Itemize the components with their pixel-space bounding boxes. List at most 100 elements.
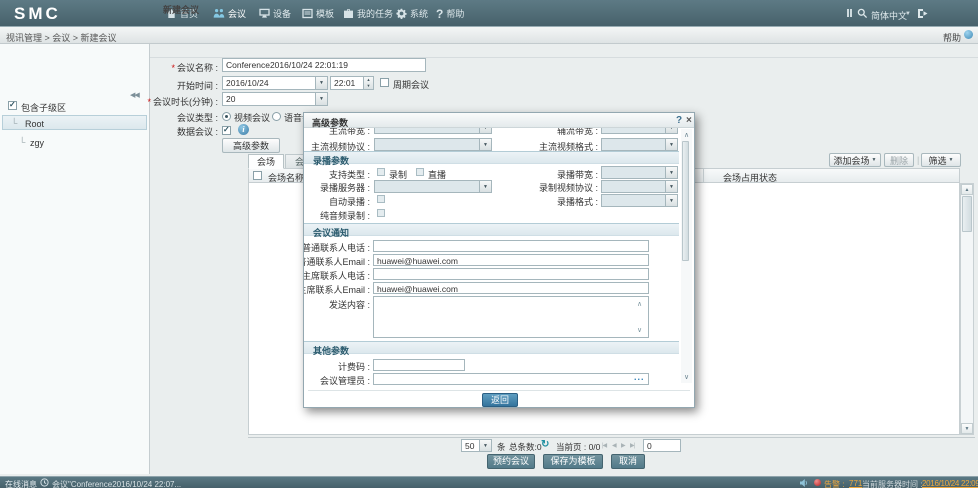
dialog-scrollbar-thumb[interactable]: [682, 141, 689, 261]
nav-my-tasks[interactable]: 我的任务: [343, 7, 393, 20]
filter-button[interactable]: 筛选▼: [921, 153, 961, 167]
data-conf-checkbox[interactable]: [222, 126, 231, 135]
nav-system[interactable]: 系统: [396, 7, 428, 20]
info-icon[interactable]: i: [238, 124, 249, 135]
live-checkbox[interactable]: [416, 168, 424, 176]
textarea-scroll-down-icon[interactable]: ∨: [637, 326, 642, 334]
main-bandwidth-select[interactable]: ▼: [374, 128, 492, 134]
recording-bandwidth-select[interactable]: ▼: [601, 166, 678, 179]
audio-conf-radio[interactable]: [272, 112, 281, 121]
main-video-format-select[interactable]: ▼: [601, 138, 678, 151]
aux-bandwidth-select[interactable]: ▼: [601, 128, 678, 134]
server-time-value[interactable]: 2016/10/24 22:09: [922, 479, 978, 488]
contact-phone-label: 普通联系人电话 :: [304, 241, 370, 254]
help-ball-icon[interactable]: [964, 30, 973, 39]
last-page-button[interactable]: ▶|: [630, 442, 634, 449]
browse-admin-button[interactable]: ...: [634, 372, 645, 382]
dropdown-arrow-icon[interactable]: ▼: [665, 167, 677, 178]
record-video-protocol-select[interactable]: ▼: [601, 180, 678, 193]
contact-phone-input[interactable]: [373, 240, 649, 252]
tab-sites[interactable]: 会场: [248, 154, 284, 169]
scroll-down-icon[interactable]: ∨: [682, 373, 691, 381]
table-scrollbar[interactable]: ▲ ▼: [960, 183, 974, 435]
language-selector[interactable]: 简体中文: [871, 9, 907, 22]
video-conf-radio[interactable]: [222, 112, 231, 121]
time-stepper[interactable]: ▲▼: [363, 77, 373, 89]
recording-format-select[interactable]: ▼: [601, 194, 678, 207]
close-icon[interactable]: ×: [686, 115, 692, 126]
back-button[interactable]: 返回: [482, 393, 518, 407]
duration-select[interactable]: 20▼: [222, 92, 328, 106]
scroll-up-icon[interactable]: ∧: [682, 131, 691, 139]
main-video-protocol-select[interactable]: ▼: [374, 138, 492, 151]
dropdown-arrow-icon[interactable]: ▼: [315, 77, 327, 89]
start-time-spinner[interactable]: 22:01 ▲▼: [330, 76, 374, 90]
auto-recording-checkbox[interactable]: [377, 195, 385, 203]
nav-template[interactable]: 模板: [302, 7, 334, 20]
send-content-textarea[interactable]: [373, 296, 649, 338]
record-video-protocol-label: 录制视频协议 :: [508, 181, 598, 194]
dropdown-arrow-icon: ▼: [949, 157, 954, 163]
dropdown-arrow-icon[interactable]: ▼: [479, 128, 491, 133]
chair-email-input[interactable]: huawei@huawei.com: [373, 282, 649, 294]
include-sub-checkbox[interactable]: [8, 101, 17, 110]
dropdown-arrow-icon[interactable]: ▼: [665, 128, 677, 133]
pin-icon[interactable]: [850, 9, 852, 17]
cancel-button[interactable]: 取消: [611, 454, 645, 469]
nav-conference[interactable]: 会议: [213, 7, 246, 20]
conference-status-message[interactable]: 会议"Conference2016/10/24 22:07...: [52, 479, 181, 488]
delete-site-button[interactable]: 删除: [884, 153, 914, 167]
dropdown-arrow-icon[interactable]: ▼: [665, 181, 677, 192]
nav-help[interactable]: ? 帮助: [436, 7, 464, 20]
recording-server-select[interactable]: ▼: [374, 180, 492, 193]
schedule-conf-button[interactable]: 预约会议: [487, 454, 535, 469]
logout-icon[interactable]: [917, 8, 929, 21]
chair-phone-input[interactable]: [373, 268, 649, 280]
scroll-up-icon[interactable]: ▲: [961, 184, 973, 195]
billing-code-input[interactable]: [373, 359, 465, 371]
textarea-scroll-up-icon[interactable]: ∧: [637, 300, 642, 308]
advanced-params-button[interactable]: 高级参数: [222, 138, 280, 153]
speaker-icon[interactable]: [799, 478, 809, 488]
chevron-down-icon[interactable]: ▼: [905, 11, 911, 17]
prev-page-button[interactable]: ◀: [612, 442, 616, 449]
conf-admin-input[interactable]: [373, 373, 649, 385]
start-date-select[interactable]: 2016/10/24▼: [222, 76, 328, 90]
alarm-count-link[interactable]: 771: [849, 479, 862, 488]
page-size-unit: 条: [497, 441, 506, 453]
next-page-button[interactable]: ▶: [621, 442, 625, 449]
refresh-icon[interactable]: ↻: [541, 439, 549, 450]
dropdown-arrow-icon[interactable]: ▼: [479, 181, 491, 192]
select-all-checkbox[interactable]: [253, 171, 262, 180]
recurring-checkbox[interactable]: [380, 78, 389, 87]
dropdown-arrow-icon[interactable]: ▼: [665, 139, 677, 150]
required-star: *: [171, 63, 175, 73]
search-icon[interactable]: [857, 8, 868, 21]
tree-node-child[interactable]: zgy: [30, 138, 44, 148]
online-message-link[interactable]: 在线消息: [5, 479, 37, 488]
stepper-down-icon[interactable]: ▼: [364, 83, 373, 89]
dialog-help-icon[interactable]: ?: [676, 115, 682, 126]
page-help-link[interactable]: 帮助: [943, 31, 961, 44]
scroll-down-icon[interactable]: ▼: [961, 423, 973, 434]
save-as-template-button[interactable]: 保存为模板: [543, 454, 603, 469]
conf-name-input[interactable]: Conference2016/10/24 22:01:19: [222, 58, 426, 72]
scrollbar-thumb[interactable]: [962, 196, 972, 232]
first-page-button[interactable]: |◀: [602, 442, 606, 449]
page-number-input[interactable]: 0: [643, 439, 681, 452]
add-site-button[interactable]: 添加会场▼: [829, 153, 881, 167]
page-size-select[interactable]: 50▼: [461, 439, 492, 452]
dropdown-arrow-icon[interactable]: ▼: [479, 139, 491, 150]
dialog-titlebar[interactable]: 高级参数 ? ×: [304, 113, 694, 128]
dialog-scrollbar[interactable]: ∧ ∨: [681, 129, 692, 383]
briefcase-icon: [343, 8, 354, 19]
dropdown-arrow-icon[interactable]: ▼: [665, 195, 677, 206]
contact-email-input[interactable]: huawei@huawei.com: [373, 254, 649, 266]
dropdown-arrow-icon[interactable]: ▼: [479, 440, 491, 451]
nav-template-label: 模板: [316, 7, 334, 20]
pin-icon[interactable]: [847, 9, 849, 17]
record-checkbox[interactable]: [377, 168, 385, 176]
nav-device[interactable]: 设备: [259, 7, 291, 20]
dropdown-arrow-icon[interactable]: ▼: [315, 93, 327, 105]
audio-only-checkbox[interactable]: [377, 209, 385, 217]
